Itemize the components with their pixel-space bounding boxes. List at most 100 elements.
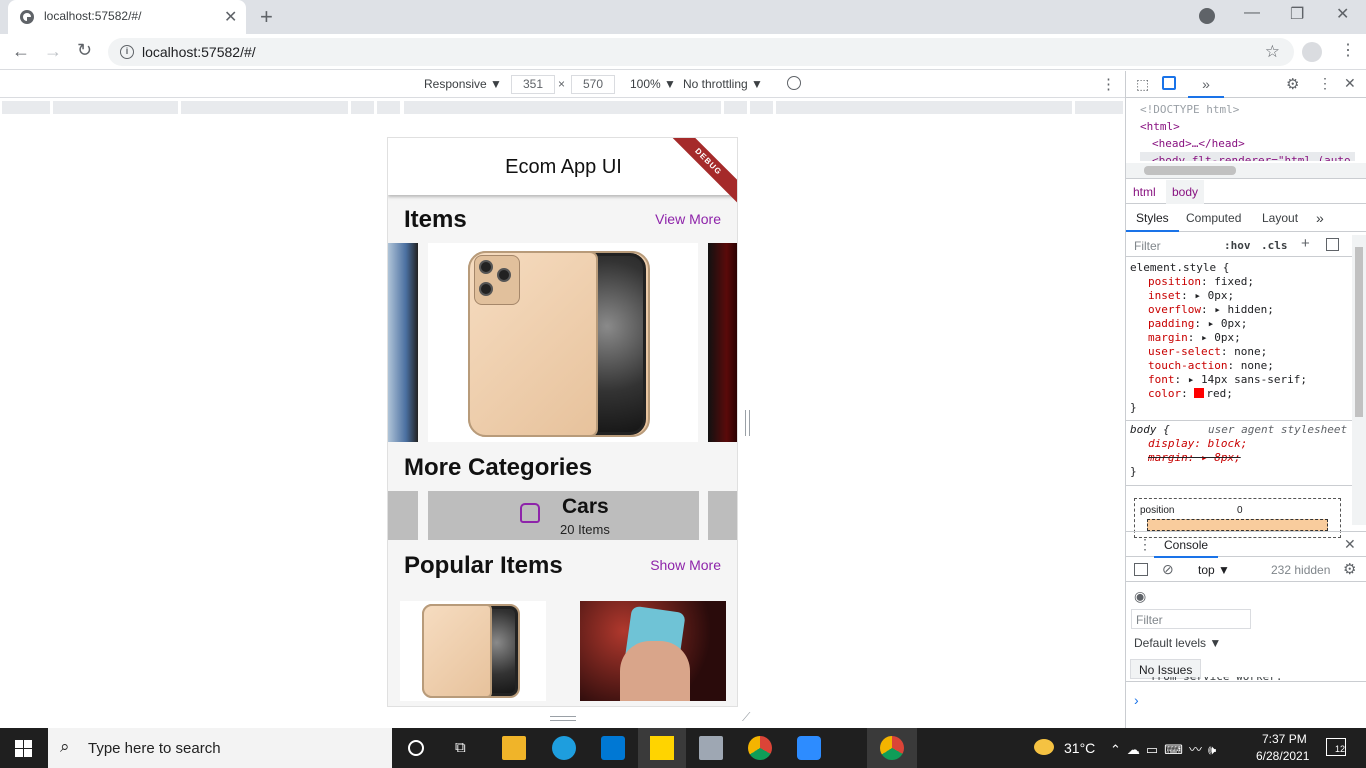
- browser-tab[interactable]: localhost:57582/#/ ✕: [8, 0, 246, 34]
- close-tab-icon[interactable]: ✕: [224, 7, 237, 27]
- style-declaration[interactable]: user-select: none;: [1130, 345, 1352, 359]
- weather-icon[interactable]: [1034, 739, 1054, 755]
- vscode-icon[interactable]: [601, 736, 625, 760]
- height-input[interactable]: 570: [571, 75, 615, 94]
- system-tray-icons[interactable]: ⌃☁▭⌨〰🕪: [1110, 739, 1222, 758]
- style-declaration[interactable]: position: fixed;: [1130, 275, 1352, 289]
- style-declaration[interactable]: margin: ▸ 0px;: [1130, 331, 1352, 345]
- category-card-next[interactable]: [708, 491, 737, 540]
- info-icon[interactable]: i: [120, 45, 134, 59]
- console-prompt[interactable]: ›: [1134, 692, 1139, 708]
- category-card-prev[interactable]: [388, 491, 418, 540]
- sidebar-toggle-icon[interactable]: [1326, 238, 1339, 251]
- cortana-icon[interactable]: [408, 740, 424, 756]
- sidebar-show-icon[interactable]: [1134, 563, 1148, 576]
- inspect-icon[interactable]: ⬚: [1136, 76, 1149, 93]
- styles-pane[interactable]: element.style { position: fixed; inset: ▸…: [1130, 261, 1352, 415]
- devtools-close-icon[interactable]: ✕: [1344, 75, 1356, 92]
- tab-more[interactable]: »: [1316, 210, 1324, 226]
- address-bar[interactable]: i localhost:57582/#/ ☆: [108, 38, 1294, 66]
- windows-start-icon[interactable]: [15, 740, 32, 757]
- devtools-panel: ⬚ » ⚙ ⋮ ✕ <!DOCTYPE html> <html> <head>……: [1125, 71, 1366, 728]
- sticky-notes-icon[interactable]: [650, 736, 674, 760]
- devtools-menu-icon[interactable]: ⋮: [1318, 75, 1332, 92]
- minimize-icon[interactable]: —: [1244, 4, 1260, 22]
- account-icon[interactable]: [1302, 42, 1322, 62]
- live-expression-eye-icon[interactable]: ◉: [1134, 588, 1146, 605]
- taskbar-search-box[interactable]: ⌕ Type here to search: [48, 728, 392, 768]
- elements-tree[interactable]: <!DOCTYPE html> <html> <head>…</head> <b…: [1140, 101, 1355, 161]
- responsive-dropdown[interactable]: Responsive ▼: [424, 77, 502, 91]
- console-settings-icon[interactable]: ⚙: [1343, 560, 1356, 578]
- notification-center-icon[interactable]: 12: [1326, 738, 1346, 756]
- style-declaration[interactable]: color: red;: [1130, 387, 1352, 401]
- width-resize-handle[interactable]: [745, 410, 750, 436]
- category-card-cars[interactable]: Cars 20 Items: [428, 491, 699, 540]
- console-tab[interactable]: Console: [1154, 532, 1219, 558]
- style-declaration[interactable]: inset: ▸ 0px;: [1130, 289, 1352, 303]
- throttling-dropdown[interactable]: No throttling ▼: [683, 77, 763, 91]
- device-toggle-icon[interactable]: [1162, 76, 1176, 90]
- media-query-ruler: [0, 99, 1125, 116]
- context-dropdown[interactable]: top ▼: [1198, 563, 1230, 577]
- drawer-close-icon[interactable]: ✕: [1344, 536, 1356, 553]
- styles-filter-input[interactable]: Filter: [1134, 239, 1161, 253]
- elements-scrollbar[interactable]: [1126, 163, 1366, 179]
- no-issues-button[interactable]: No Issues: [1130, 659, 1202, 679]
- color-swatch[interactable]: [1194, 388, 1205, 398]
- popular-item-samsung[interactable]: [580, 601, 726, 701]
- ua-styles: body { user agent stylesheet display: bl…: [1130, 423, 1348, 478]
- back-icon[interactable]: ←: [12, 41, 30, 62]
- styles-scrollbar[interactable]: [1352, 235, 1366, 525]
- style-declaration[interactable]: touch-action: none;: [1130, 359, 1352, 373]
- width-input[interactable]: 351: [511, 75, 555, 94]
- new-rule-icon[interactable]: +: [1301, 235, 1310, 252]
- clock-date[interactable]: 6/28/2021: [1256, 749, 1309, 763]
- chrome-icon[interactable]: [748, 736, 772, 760]
- reload-icon[interactable]: ↻: [77, 40, 92, 61]
- settings-gear-icon[interactable]: ⚙: [1286, 75, 1299, 93]
- zoom-dropdown[interactable]: 100% ▼: [630, 77, 676, 91]
- carousel-prev-image[interactable]: [388, 243, 418, 442]
- console-filter-input[interactable]: Filter: [1131, 609, 1251, 629]
- temperature[interactable]: 31°C: [1064, 740, 1095, 756]
- drawer-menu-icon[interactable]: ⋮: [1138, 536, 1152, 553]
- window-close-icon[interactable]: ✕: [1336, 4, 1349, 24]
- bookmark-star-icon[interactable]: ☆: [1265, 42, 1280, 62]
- popular-item-iphone[interactable]: [400, 601, 546, 701]
- zoom-icon[interactable]: [797, 736, 821, 760]
- restore-icon[interactable]: ❐: [1290, 4, 1304, 24]
- corner-resize-handle[interactable]: ⟋: [742, 710, 750, 725]
- tab-computed[interactable]: Computed: [1186, 211, 1241, 225]
- rotate-icon[interactable]: [787, 76, 801, 90]
- device-toolbar-menu-icon[interactable]: ⋮: [1101, 75, 1116, 93]
- height-resize-handle[interactable]: [550, 716, 576, 721]
- file-explorer-icon[interactable]: [502, 736, 526, 760]
- task-view-icon[interactable]: ⧉: [455, 739, 466, 756]
- tab-layout[interactable]: Layout: [1262, 211, 1298, 225]
- cls-toggle[interactable]: .cls: [1261, 239, 1288, 252]
- new-tab-button[interactable]: +: [260, 4, 273, 30]
- profile-menu-icon[interactable]: [1199, 8, 1215, 24]
- hov-toggle[interactable]: :hov: [1224, 239, 1251, 252]
- clear-console-icon[interactable]: ⊘: [1162, 561, 1174, 578]
- categories-heading: More Categories: [404, 454, 593, 481]
- carousel-image-iphone[interactable]: [428, 243, 698, 442]
- style-declaration[interactable]: overflow: ▸ hidden;: [1130, 303, 1352, 317]
- view-more-link[interactable]: View More: [655, 211, 721, 227]
- tab-styles[interactable]: Styles: [1126, 205, 1179, 232]
- browser-menu-icon[interactable]: ⋮: [1340, 40, 1356, 60]
- style-declaration[interactable]: font: ▸ 14px sans-serif;: [1130, 373, 1352, 387]
- clock-time[interactable]: 7:37 PM: [1262, 732, 1307, 746]
- log-levels-dropdown[interactable]: Default levels ▼: [1134, 636, 1221, 650]
- forward-icon[interactable]: →: [44, 41, 62, 62]
- breadcrumb-html[interactable]: html: [1133, 185, 1156, 199]
- chrome-active-icon[interactable]: [880, 736, 904, 760]
- photos-icon[interactable]: [699, 736, 723, 760]
- style-declaration[interactable]: padding: ▸ 0px;: [1130, 317, 1352, 331]
- edge-icon[interactable]: [552, 736, 576, 760]
- show-more-link[interactable]: Show More: [650, 557, 721, 573]
- carousel-next-image[interactable]: [708, 243, 737, 442]
- breadcrumb-body[interactable]: body: [1166, 180, 1205, 204]
- more-tabs-icon[interactable]: »: [1188, 71, 1224, 98]
